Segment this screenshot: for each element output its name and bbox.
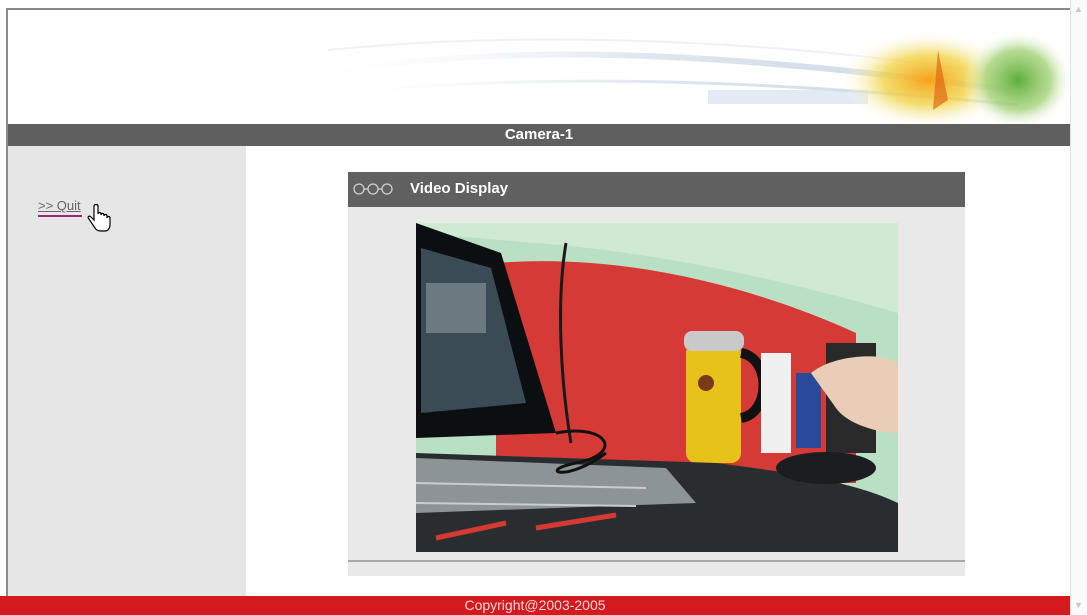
- panel-bottom-divider: [348, 560, 965, 562]
- video-display-title: Video Display: [410, 180, 509, 197]
- chain-links-icon: [353, 183, 393, 195]
- copyright-text: Copyright@2003-2005: [464, 597, 606, 613]
- footer-bar: Copyright@2003-2005: [0, 596, 1070, 615]
- video-frame-image: [416, 223, 898, 552]
- scroll-up-arrow-icon[interactable]: ▲: [1074, 4, 1083, 14]
- video-display-header: Video Display: [348, 172, 965, 207]
- video-display-panel: Video Display: [348, 172, 965, 576]
- banner-graphic: [287, 30, 1070, 130]
- quit-link[interactable]: >> Quit: [38, 198, 81, 213]
- left-nav-pane: >> Quit: [8, 146, 246, 598]
- browser-content-frame: Camera-1 >> Quit Video Display: [6, 8, 1070, 615]
- camera-title: Camera-1: [504, 126, 574, 143]
- hand-pointer-icon: [87, 204, 111, 232]
- vertical-scrollbar[interactable]: ▲ ▼: [1070, 0, 1087, 615]
- camera-title-bar: Camera-1: [8, 124, 1070, 146]
- camera-video-feed[interactable]: [416, 223, 898, 552]
- scroll-down-arrow-icon[interactable]: ▼: [1074, 600, 1083, 610]
- header-banner: [8, 10, 1070, 130]
- quit-link-underline: [38, 215, 82, 217]
